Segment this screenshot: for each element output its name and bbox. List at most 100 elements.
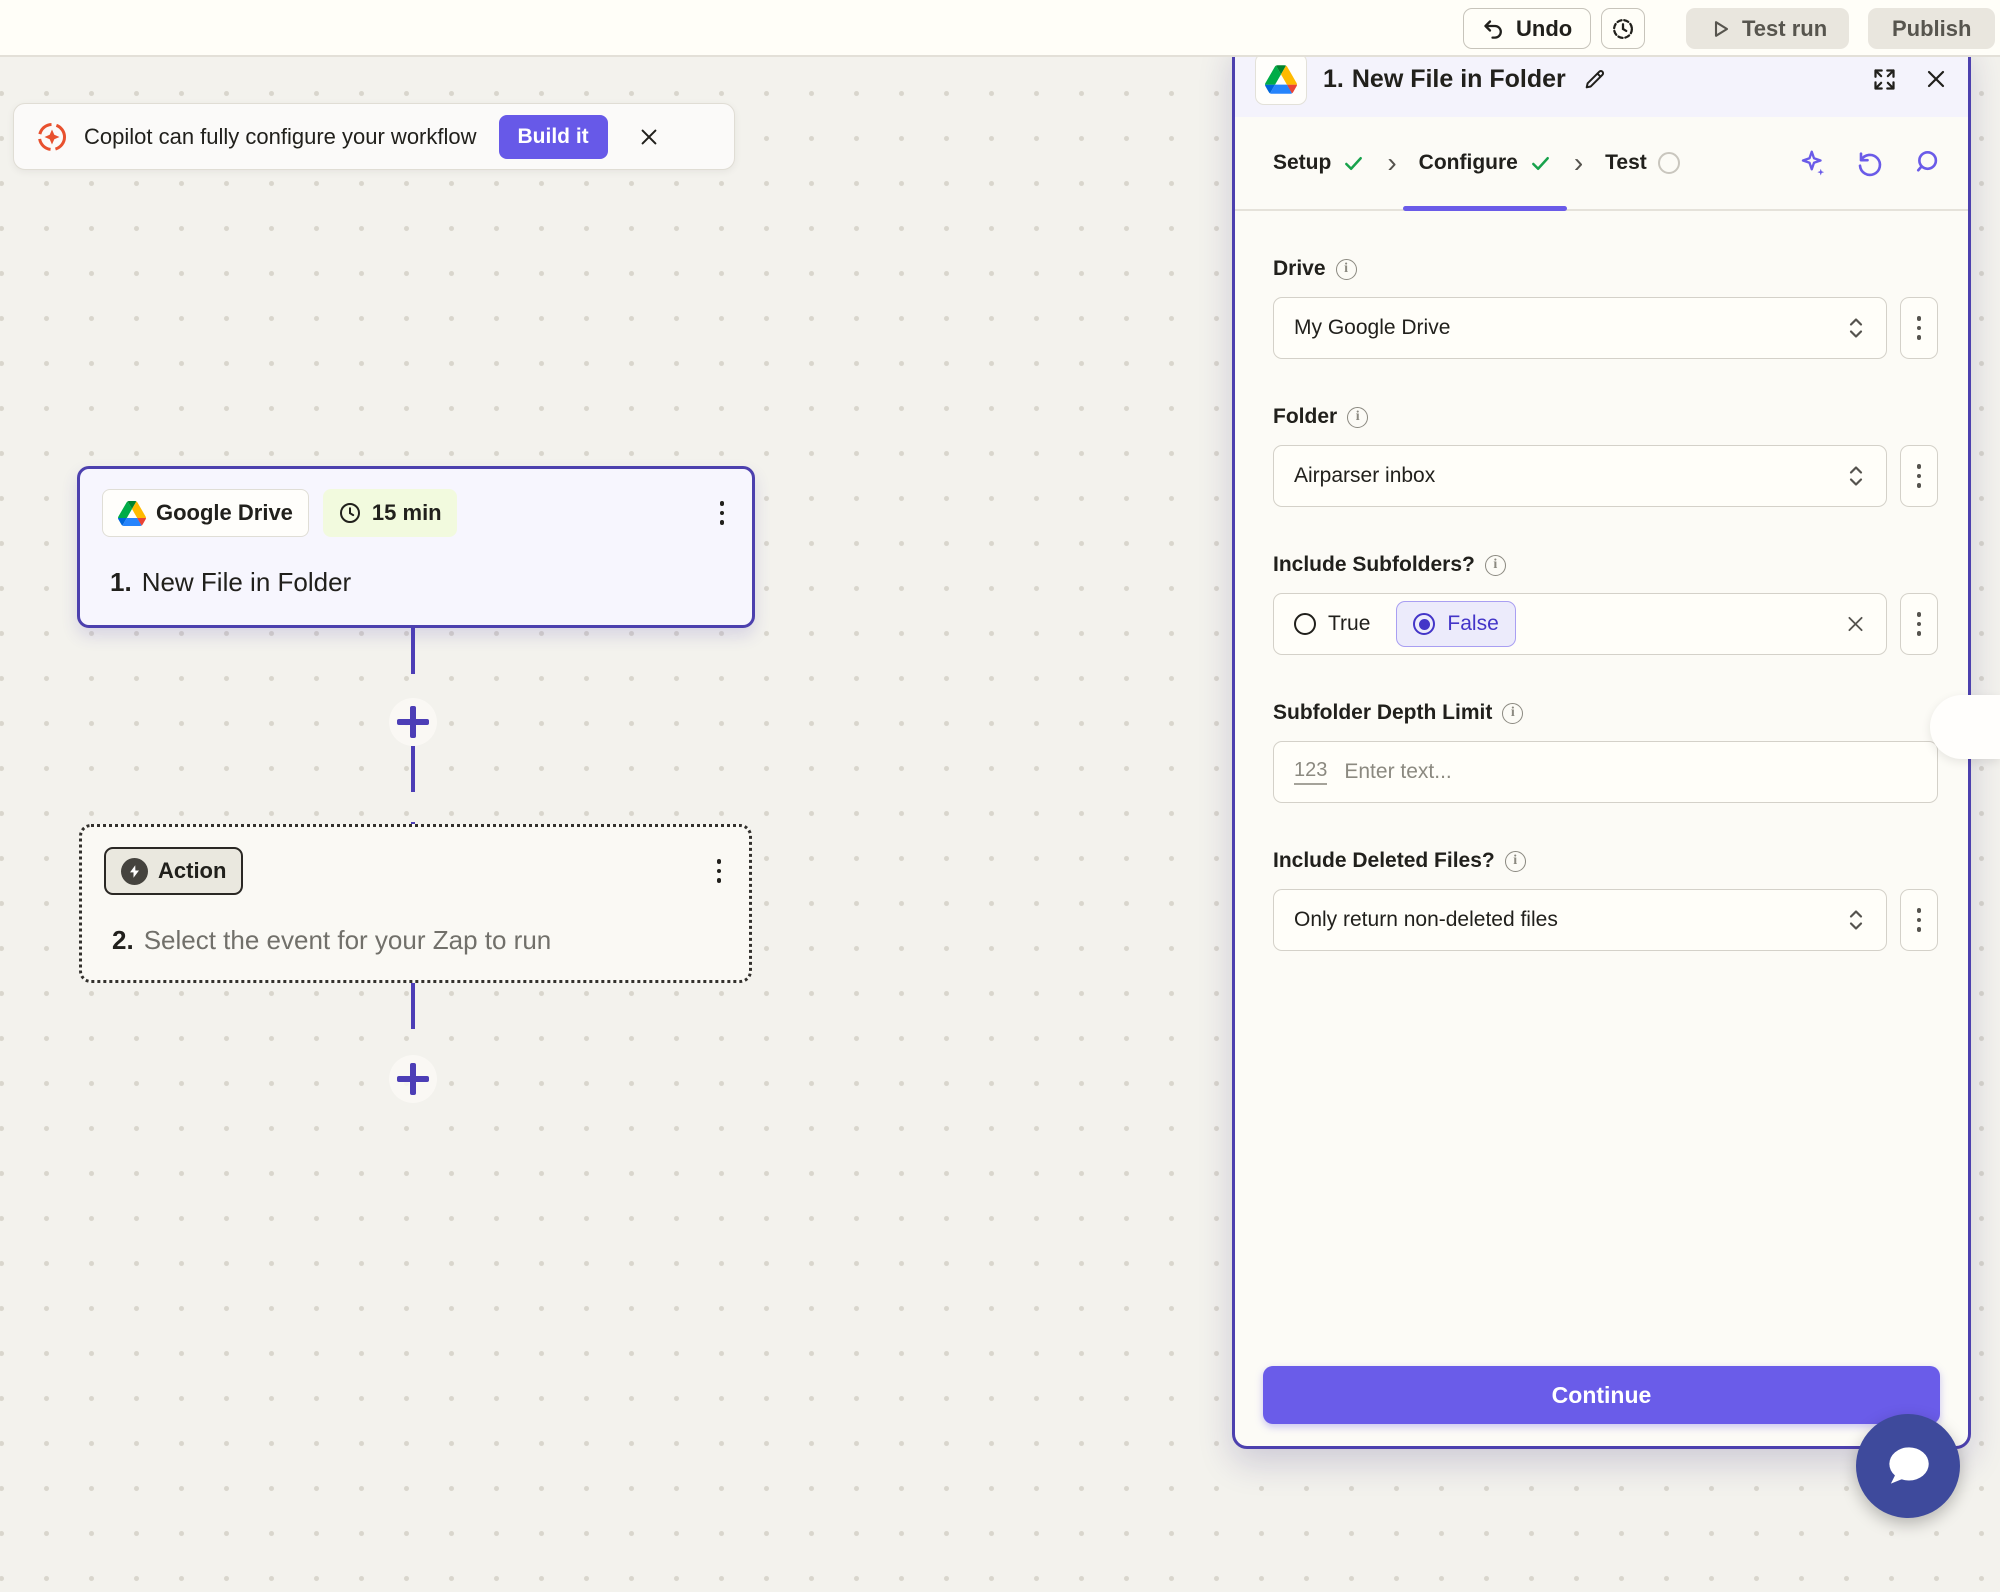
pending-circle-icon (1657, 152, 1680, 174)
info-icon[interactable]: i (1502, 702, 1524, 724)
field-label-text: Subfolder Depth Limit (1273, 701, 1493, 724)
action-badge-label: Action (158, 858, 227, 883)
deleted-select[interactable]: Only return non-deleted files (1273, 889, 1887, 951)
radio-icon (1413, 613, 1436, 635)
select-chevrons-icon (1844, 906, 1868, 934)
panel-form: Drive i My Google Drive Folder i Airpars… (1235, 257, 1968, 951)
google-drive-logo (118, 500, 146, 526)
drive-select-value: My Google Drive (1294, 316, 1451, 339)
tab-label: Setup (1273, 151, 1332, 174)
publish-button[interactable]: Publish (1868, 8, 1996, 49)
undo-label: Undo (1516, 15, 1573, 41)
copilot-message: Copilot can fully configure your workflo… (84, 123, 477, 149)
field-kebab-icon[interactable] (1900, 593, 1938, 655)
publish-label: Publish (1892, 15, 1972, 41)
panel-title: 1. New File in Folder (1323, 65, 1607, 94)
step-config-panel: 1. New File in Folder Setup › Configure … (1232, 38, 1971, 1449)
field-kebab-icon[interactable] (1900, 297, 1938, 359)
side-drawer-handle[interactable] (1930, 695, 2000, 759)
tab-label: Test (1605, 151, 1647, 174)
connector-line (411, 628, 415, 702)
folder-select[interactable]: Airparser inbox (1273, 445, 1887, 507)
panel-title-text: New File in Folder (1351, 64, 1566, 93)
field-include-subfolders: Include Subfolders? i True False (1273, 553, 1938, 655)
search-icon[interactable] (1912, 148, 1942, 178)
depth-input[interactable] (1344, 760, 1917, 784)
trigger-step-title: 1. New File in Folder (110, 567, 351, 598)
google-drive-logo (1255, 53, 1307, 105)
trigger-step-card[interactable]: Google Drive 15 min 1. New File in Folde… (77, 466, 755, 628)
field-kebab-icon[interactable] (1900, 889, 1938, 951)
tab-configure[interactable]: Configure (1403, 117, 1568, 211)
step-number: 2. (112, 925, 134, 955)
chevron-right-icon: › (1387, 147, 1397, 178)
active-tab-underline (1403, 206, 1568, 211)
zap-editor-screen: Undo Test run Publish Copilot can fully … (0, 0, 2000, 1592)
play-icon (1708, 17, 1732, 41)
undo-button[interactable]: Undo (1463, 8, 1592, 49)
drive-select[interactable]: My Google Drive (1273, 297, 1887, 359)
depth-input-wrap: 123 (1273, 741, 1938, 803)
action-step-title: 2. Select the event for your Zap to run (112, 925, 551, 956)
field-label-text: Include Deleted Files? (1273, 849, 1495, 872)
check-icon (1529, 152, 1552, 175)
radio-true[interactable]: True (1294, 612, 1370, 636)
action-step-card[interactable]: Action 2. Select the event for your Zap … (79, 824, 752, 983)
banner-close-icon[interactable] (638, 126, 660, 148)
test-run-label: Test run (1742, 15, 1828, 41)
panel-tabs: Setup › Configure › Test (1235, 117, 1968, 211)
field-kebab-icon[interactable] (1900, 445, 1938, 507)
radio-false[interactable]: False (1396, 601, 1516, 647)
subfolders-radio-group: True False (1273, 593, 1887, 655)
tab-label: Configure (1418, 151, 1518, 174)
folder-select-value: Airparser inbox (1294, 464, 1436, 487)
app-badge: Google Drive (102, 489, 309, 537)
radio-false-label: False (1447, 612, 1499, 635)
tab-test[interactable]: Test (1605, 117, 1680, 209)
polling-interval-label: 15 min (371, 500, 442, 525)
history-button[interactable] (1601, 8, 1645, 49)
tab-setup[interactable]: Setup (1273, 117, 1365, 209)
kebab-icon[interactable] (711, 853, 728, 889)
field-subfolder-depth: Subfolder Depth Limit i 123 (1273, 701, 1938, 803)
field-folder: Folder i Airparser inbox (1273, 405, 1938, 507)
info-icon[interactable]: i (1504, 850, 1526, 872)
connector-line (411, 983, 415, 1059)
top-toolbar: Undo Test run Publish (0, 0, 2000, 57)
field-label-text: Include Subfolders? (1273, 553, 1475, 576)
field-label-text: Folder (1273, 405, 1338, 428)
pencil-icon[interactable] (1582, 67, 1607, 92)
deleted-select-value: Only return non-deleted files (1294, 908, 1558, 931)
undo-icon (1482, 17, 1506, 41)
history-icon (1610, 16, 1636, 42)
polling-interval-badge: 15 min (322, 489, 457, 537)
test-run-button[interactable]: Test run (1686, 8, 1850, 49)
radio-true-label: True (1328, 612, 1371, 635)
copilot-banner: Copilot can fully configure your workflo… (13, 103, 735, 170)
clear-x-icon[interactable] (1845, 614, 1866, 635)
radio-icon (1294, 613, 1316, 635)
close-icon[interactable] (1924, 67, 1948, 91)
add-step-button[interactable] (389, 698, 437, 746)
select-chevrons-icon (1844, 462, 1868, 490)
info-icon[interactable]: i (1335, 258, 1357, 280)
check-icon (1342, 152, 1365, 175)
app-badge-label: Google Drive (156, 500, 293, 525)
continue-button[interactable]: Continue (1263, 1366, 1940, 1424)
panel-step-number: 1. (1323, 64, 1344, 93)
build-it-button[interactable]: Build it (498, 114, 608, 159)
add-step-button[interactable] (389, 1055, 437, 1103)
info-icon[interactable]: i (1484, 554, 1506, 576)
info-icon[interactable]: i (1347, 406, 1369, 428)
number-type-icon: 123 (1294, 759, 1328, 785)
kebab-icon[interactable] (714, 495, 731, 531)
field-drive: Drive i My Google Drive (1273, 257, 1938, 359)
refresh-icon[interactable] (1855, 148, 1885, 178)
chat-launcher-button[interactable] (1856, 1414, 1960, 1518)
bolt-icon (121, 857, 148, 885)
clock-icon (338, 501, 362, 525)
expand-icon[interactable] (1871, 66, 1898, 93)
action-badge: Action (104, 847, 244, 895)
chevron-right-icon: › (1573, 147, 1584, 178)
sparkle-icon[interactable] (1798, 148, 1828, 178)
